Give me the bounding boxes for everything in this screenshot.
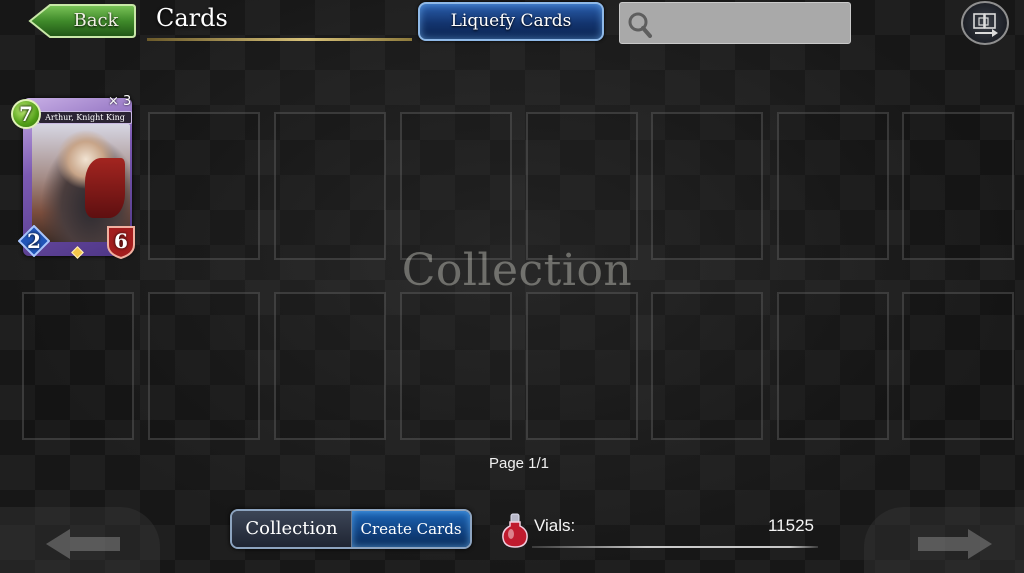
title-underline — [147, 38, 412, 41]
back-button[interactable]: Back — [28, 3, 136, 39]
page-indicator: Page 1/1 — [488, 455, 550, 472]
next-page-button[interactable] — [864, 507, 1024, 573]
card-slot-empty — [148, 112, 260, 260]
back-button-label: Back — [73, 10, 119, 31]
liquefy-cards-button[interactable]: Liquefy Cards — [418, 2, 604, 41]
card-slot-empty — [274, 112, 386, 260]
search-input[interactable] — [658, 9, 843, 37]
card-slot-empty — [902, 292, 1014, 440]
tab-collection[interactable]: Collection — [232, 511, 352, 547]
search-box[interactable] — [619, 2, 851, 44]
card-attack-value: 2 — [27, 229, 41, 253]
page-title: Cards — [156, 4, 228, 32]
card-slot-empty — [651, 112, 763, 260]
card-cost-gem: 7 — [11, 99, 41, 129]
tab-create-cards[interactable]: Create Cards — [352, 511, 470, 547]
collection-mode-switcher: Collection Create Cards — [230, 509, 472, 549]
arrow-right-icon — [918, 529, 992, 559]
filter-button[interactable] — [961, 1, 1009, 45]
card-slot-empty — [777, 292, 889, 440]
card-slot-empty — [651, 292, 763, 440]
card-defense-value: 6 — [114, 229, 128, 253]
search-icon — [628, 12, 652, 38]
card-slot-empty — [400, 292, 512, 440]
card-collection-screen: Back Cards Liquefy Cards Collection Arth… — [0, 0, 1024, 573]
card-slot-empty — [777, 112, 889, 260]
card-slot-empty — [22, 292, 134, 440]
card-arthur-knight-king[interactable]: Arthur, Knight King 7 × 3 2 6 — [11, 94, 136, 261]
card-copies-count: × 3 — [108, 94, 132, 109]
card-name: Arthur, Knight King — [38, 111, 132, 124]
prev-page-button[interactable] — [0, 507, 160, 573]
card-slot-empty — [148, 292, 260, 440]
vials-value: 11525 — [767, 516, 814, 535]
card-filter-icon — [973, 13, 998, 37]
card-slot-empty — [526, 112, 638, 260]
card-slot-empty — [526, 292, 638, 440]
card-slot-empty — [400, 112, 512, 260]
card-slot-empty — [274, 292, 386, 440]
card-artwork-cape — [85, 158, 125, 218]
card-slot-empty — [902, 112, 1014, 260]
arrow-left-icon — [46, 529, 120, 559]
vial-icon — [502, 513, 528, 548]
vials-label: Vials: — [534, 516, 576, 535]
collection-watermark: Collection — [401, 245, 633, 296]
card-attack: 2 — [17, 224, 51, 258]
vials-underline — [532, 546, 818, 548]
card-defense: 6 — [106, 225, 136, 260]
